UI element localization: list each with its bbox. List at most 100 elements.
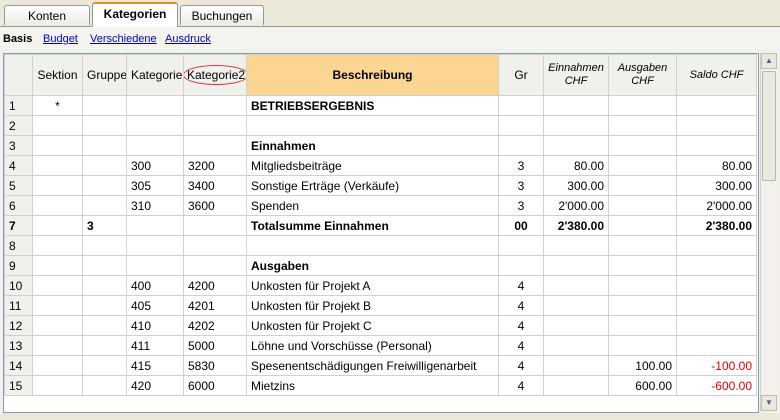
cell-saldo[interactable]: -100.00	[676, 355, 757, 376]
cell-kategorie2[interactable]: 4201	[183, 295, 247, 316]
cell-gr[interactable]: 4	[498, 375, 544, 396]
cell-saldo[interactable]	[676, 95, 757, 116]
cell-kategorie2[interactable]: 5000	[183, 335, 247, 356]
cell-gruppe[interactable]	[82, 275, 127, 296]
tab-konten[interactable]: Konten	[4, 5, 90, 25]
view-verschiedene-link[interactable]: Verschiedene	[90, 33, 157, 45]
view-basis[interactable]: Basis	[3, 33, 32, 45]
cell-kategorie[interactable]: 415	[126, 355, 184, 376]
cell-kategorie[interactable]	[126, 115, 184, 136]
cell-gr[interactable]: 3	[498, 155, 544, 176]
cell-sektion[interactable]	[32, 235, 83, 256]
cell-ausgaben[interactable]: 600.00	[608, 375, 677, 396]
cell-einnahmen[interactable]	[543, 255, 609, 276]
cell-einnahmen[interactable]	[543, 355, 609, 376]
cell-ausgaben[interactable]	[608, 215, 677, 236]
cell-saldo[interactable]	[676, 115, 757, 136]
cell-gr[interactable]: 4	[498, 355, 544, 376]
cell-einnahmen[interactable]	[543, 335, 609, 356]
cell-kategorie[interactable]	[126, 235, 184, 256]
cell-sektion[interactable]	[32, 175, 83, 196]
cell-sektion[interactable]	[32, 275, 83, 296]
cell-gruppe[interactable]	[82, 235, 127, 256]
cell-beschreibung[interactable]: Mitgliedsbeiträge	[246, 155, 499, 176]
cell-sektion[interactable]	[32, 375, 83, 396]
cell-saldo[interactable]	[676, 295, 757, 316]
column-header-sektion[interactable]: Sektion	[32, 54, 83, 96]
cell-gruppe[interactable]	[82, 335, 127, 356]
cell-gr[interactable]: 4	[498, 315, 544, 336]
cell-kategorie2[interactable]	[183, 215, 247, 236]
table-row[interactable]: 8	[4, 235, 757, 256]
cell-gruppe[interactable]	[82, 255, 127, 276]
cell-kategorie[interactable]: 420	[126, 375, 184, 396]
table-row[interactable]: 7 3 Totalsumme Einnahmen 00 2'380.00 2'380.00	[4, 215, 757, 236]
column-header-gruppe[interactable]: Gruppe	[82, 54, 127, 96]
cell-kategorie[interactable]: 310	[126, 195, 184, 216]
cell-kategorie[interactable]: 405	[126, 295, 184, 316]
cell-einnahmen[interactable]: 2'000.00	[543, 195, 609, 216]
table-row[interactable]: 11 405 4201 Unkosten für Projekt B4	[4, 295, 757, 316]
cell-kategorie[interactable]	[126, 135, 184, 156]
cell-ausgaben[interactable]: 100.00	[608, 355, 677, 376]
cell-ausgaben[interactable]	[608, 175, 677, 196]
cell-beschreibung[interactable]: Löhne und Vorschüsse (Personal)	[246, 335, 499, 356]
cell-kategorie2[interactable]	[183, 95, 247, 116]
cell-beschreibung[interactable]	[246, 235, 499, 256]
cell-kategorie2[interactable]	[183, 255, 247, 276]
cell-kategorie2[interactable]: 4200	[183, 275, 247, 296]
cell-kategorie[interactable]	[126, 95, 184, 116]
cell-ausgaben[interactable]	[608, 235, 677, 256]
cell-ausgaben[interactable]	[608, 115, 677, 136]
cell-kategorie2[interactable]: 5830	[183, 355, 247, 376]
cell-beschreibung[interactable]: Totalsumme Einnahmen	[246, 215, 499, 236]
cell-sektion[interactable]	[32, 155, 83, 176]
column-header-beschreibung[interactable]: Beschreibung	[246, 54, 499, 96]
table-row[interactable]: 15 420 6000 Mietzins 4 600.00 -600.00	[4, 375, 757, 396]
table-row[interactable]: 13 411 5000 Löhne und Vorschüsse (Personal)…	[4, 335, 757, 356]
cell-sektion[interactable]	[32, 215, 83, 236]
cell-kategorie[interactable]: 411	[126, 335, 184, 356]
table-row[interactable]: 9 Ausgaben	[4, 255, 757, 276]
cell-gr[interactable]: 3	[498, 175, 544, 196]
cell-einnahmen[interactable]: 2'380.00	[543, 215, 609, 236]
scroll-thumb[interactable]	[762, 71, 776, 181]
cell-gr[interactable]: 3	[498, 195, 544, 216]
cell-einnahmen[interactable]	[543, 115, 609, 136]
column-header-saldo[interactable]: Saldo CHF	[676, 54, 757, 96]
cell-sektion[interactable]: *	[32, 95, 83, 116]
cell-saldo[interactable]	[676, 255, 757, 276]
cell-kategorie2[interactable]: 3600	[183, 195, 247, 216]
cell-gruppe[interactable]	[82, 375, 127, 396]
cell-sektion[interactable]	[32, 335, 83, 356]
cell-beschreibung[interactable]: Ausgaben	[246, 255, 499, 276]
cell-einnahmen[interactable]	[543, 295, 609, 316]
cell-kategorie2[interactable]	[183, 115, 247, 136]
cell-gr[interactable]	[498, 255, 544, 276]
cell-saldo[interactable]	[676, 315, 757, 336]
cell-sektion[interactable]	[32, 255, 83, 276]
cell-ausgaben[interactable]	[608, 255, 677, 276]
cell-sektion[interactable]	[32, 355, 83, 376]
cell-kategorie2[interactable]	[183, 135, 247, 156]
cell-gruppe[interactable]	[82, 315, 127, 336]
scroll-down-icon[interactable]: ▼	[761, 395, 777, 411]
cell-einnahmen[interactable]	[543, 375, 609, 396]
cell-beschreibung[interactable]: Spenden	[246, 195, 499, 216]
cell-beschreibung[interactable]: BETRIEBSERGEBNIS	[246, 95, 499, 116]
table-row[interactable]: 10 400 4200 Unkosten für Projekt A4	[4, 275, 757, 296]
cell-beschreibung[interactable]: Unkosten für Projekt C	[246, 315, 499, 336]
cell-kategorie2[interactable]	[183, 235, 247, 256]
cell-beschreibung[interactable]: Unkosten für Projekt A	[246, 275, 499, 296]
cell-kategorie2[interactable]: 3200	[183, 155, 247, 176]
cell-kategorie2[interactable]: 4202	[183, 315, 247, 336]
cell-kategorie2[interactable]: 3400	[183, 175, 247, 196]
table-row[interactable]: 5 305 3400 Sonstige Erträge (Verkäufe) 3 300.…	[4, 175, 757, 196]
cell-gruppe[interactable]	[82, 195, 127, 216]
table-row[interactable]: 3 Einnahmen	[4, 135, 757, 156]
cell-gruppe[interactable]	[82, 295, 127, 316]
vertical-scrollbar[interactable]: ▲ ▼	[760, 53, 777, 411]
cell-saldo[interactable]: 2'000.00	[676, 195, 757, 216]
cell-sektion[interactable]	[32, 315, 83, 336]
table-row[interactable]: 6 310 3600 Spenden 3 2'000.00 2'000.00	[4, 195, 757, 216]
